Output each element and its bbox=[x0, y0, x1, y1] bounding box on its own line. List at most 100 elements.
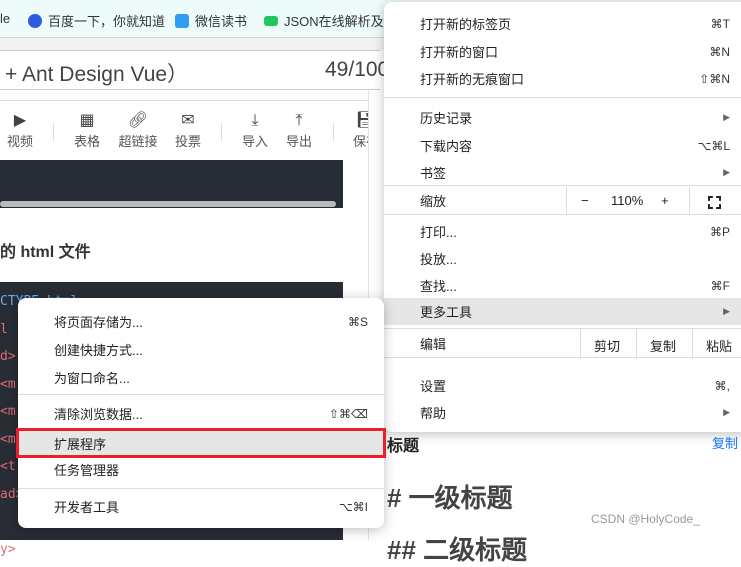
menu-history[interactable]: 历史记录 ▶ bbox=[384, 104, 741, 131]
menu-label: 打开新的标签页 bbox=[420, 17, 512, 32]
shortcut: ⌘, bbox=[714, 378, 730, 393]
menu-label: 清除浏览数据... bbox=[54, 407, 143, 422]
divider bbox=[53, 123, 54, 141]
menu-print[interactable]: 打印... ⌘P bbox=[384, 218, 741, 245]
menu-label: 投放... bbox=[420, 252, 457, 267]
weread-icon bbox=[175, 13, 189, 28]
menu-name-window[interactable]: 为窗口命名... bbox=[18, 364, 384, 391]
divider bbox=[384, 185, 741, 186]
divider bbox=[692, 329, 693, 357]
shortcut: ⇧⌘N bbox=[699, 71, 730, 86]
menu-label: 书签 bbox=[420, 166, 447, 181]
menu-help[interactable]: 帮助 ▶ bbox=[384, 399, 741, 426]
shortcut: ⌘P bbox=[709, 224, 730, 239]
bookmark-item[interactable]: le bbox=[0, 11, 10, 26]
cut-button[interactable]: 剪切 bbox=[594, 336, 620, 355]
menu-label: 扩展程序 bbox=[54, 436, 107, 452]
menu-label: 编辑 bbox=[420, 336, 447, 352]
menu-label: 为窗口命名... bbox=[54, 371, 130, 386]
shortcut: ⇧⌘⌫ bbox=[328, 406, 368, 421]
more-tools-submenu: 将页面存储为... ⌘S 创建快捷方式... 为窗口命名... 清除浏览数据...… bbox=[16, 298, 386, 528]
toolbar-label: 视频 bbox=[6, 134, 33, 149]
baidu-icon bbox=[28, 13, 42, 28]
shortcut: ⌘F bbox=[710, 278, 730, 293]
menu-label: 将页面存储为... bbox=[54, 315, 143, 330]
horizontal-scrollbar[interactable] bbox=[0, 201, 336, 207]
export-icon: ⤒ bbox=[295, 112, 303, 129]
video-button[interactable]: ▶ 视频 bbox=[0, 111, 40, 150]
menu-zoom: 缩放 bbox=[384, 187, 741, 214]
menu-label: 打印... bbox=[420, 225, 457, 240]
link-icon: 🔗︎ bbox=[127, 112, 149, 129]
shortcut: ⌘N bbox=[709, 44, 730, 59]
bookmark-baidu[interactable]: 百度一下，你就知道 bbox=[28, 11, 165, 30]
menu-clear-data[interactable]: 清除浏览数据... ⇧⌘⌫ bbox=[18, 400, 384, 427]
divider bbox=[384, 97, 741, 98]
divider bbox=[18, 488, 384, 489]
divider bbox=[580, 329, 581, 357]
vote-icon: ✉ bbox=[181, 112, 195, 129]
menu-new-tab[interactable]: 打开新的标签页 ⌘T bbox=[384, 10, 741, 37]
fullscreen-icon[interactable] bbox=[708, 196, 721, 209]
menu-find[interactable]: 查找... ⌘F bbox=[384, 272, 741, 299]
preview-heading: 标题 bbox=[387, 438, 420, 455]
menu-label: 帮助 bbox=[420, 406, 447, 421]
menu-label: 设置 bbox=[420, 379, 447, 394]
shortcut: ⌘T bbox=[710, 16, 730, 31]
menu-extensions[interactable]: 扩展程序 bbox=[16, 428, 386, 458]
chevron-right-icon: ▶ bbox=[723, 306, 730, 316]
menu-devtools[interactable]: 开发者工具 ⌥⌘I bbox=[18, 493, 384, 520]
bookmark-json[interactable]: JSON在线解析及格 bbox=[264, 11, 397, 30]
bookmark-label: 微信读书 bbox=[195, 14, 248, 29]
json-icon bbox=[264, 15, 278, 26]
chevron-right-icon: ▶ bbox=[723, 407, 730, 417]
divider bbox=[689, 187, 690, 214]
menu-label: 下载内容 bbox=[420, 139, 473, 154]
zoom-in-button[interactable]: + bbox=[661, 193, 669, 208]
title-input[interactable]: + Ant Design Vue） 49/100 bbox=[0, 50, 389, 90]
menu-save-page[interactable]: 将页面存储为... ⌘S bbox=[18, 308, 384, 335]
divider bbox=[384, 357, 741, 358]
watermark: CSDN @HolyCode_ bbox=[591, 512, 700, 526]
bookmark-label: JSON在线解析及格 bbox=[284, 14, 397, 29]
divider bbox=[636, 329, 637, 357]
paste-button[interactable]: 粘贴 bbox=[706, 336, 732, 355]
zoom-out-button[interactable]: − bbox=[581, 193, 589, 208]
shortcut: ⌥⌘L bbox=[697, 138, 730, 153]
table-button[interactable]: ▦ 表格 bbox=[67, 111, 107, 150]
menu-label: 查找... bbox=[420, 279, 457, 294]
menu-edit: 编辑 bbox=[384, 329, 741, 357]
menu-label: 打开新的无痕窗口 bbox=[420, 72, 525, 87]
menu-label: 缩放 bbox=[420, 194, 447, 209]
menu-create-shortcut[interactable]: 创建快捷方式... bbox=[18, 336, 384, 363]
menu-task-manager[interactable]: 任务管理器 bbox=[18, 456, 384, 483]
code-block bbox=[0, 160, 343, 208]
section-heading: 的 html 文件 bbox=[0, 244, 91, 261]
menu-new-window[interactable]: 打开新的窗口 ⌘N bbox=[384, 38, 741, 65]
toolbar-label: 导出 bbox=[285, 134, 312, 149]
bookmark-weread[interactable]: 微信读书 bbox=[175, 11, 247, 30]
video-icon: ▶ bbox=[13, 112, 27, 129]
preview-h1: # 一级标题 bbox=[387, 483, 513, 513]
copy-link[interactable]: 复制 bbox=[712, 433, 738, 452]
link-button[interactable]: 🔗︎ 超链接 bbox=[117, 111, 159, 150]
menu-label: 历史记录 bbox=[420, 111, 473, 126]
menu-cast[interactable]: 投放... bbox=[384, 245, 741, 272]
vote-button[interactable]: ✉ 投票 bbox=[168, 111, 208, 150]
export-button[interactable]: ⤒ 导出 bbox=[279, 111, 319, 150]
menu-downloads[interactable]: 下载内容 ⌥⌘L bbox=[384, 132, 741, 159]
bookmark-label: 百度一下，你就知道 bbox=[48, 14, 166, 29]
copy-button[interactable]: 复制 bbox=[650, 336, 676, 355]
menu-bookmarks[interactable]: 书签 ▶ bbox=[384, 159, 741, 186]
menu-label: 开发者工具 bbox=[54, 500, 120, 515]
import-button[interactable]: ⤓ 导入 bbox=[235, 111, 275, 150]
divider bbox=[566, 187, 567, 214]
toolbar-label: 导入 bbox=[241, 134, 268, 149]
menu-more-tools[interactable]: 更多工具 ▶ bbox=[384, 298, 741, 325]
table-icon: ▦ bbox=[79, 112, 95, 129]
shortcut: ⌥⌘I bbox=[338, 499, 368, 514]
import-icon: ⤓ bbox=[251, 112, 259, 129]
menu-label: 打开新的窗口 bbox=[420, 45, 499, 60]
menu-settings[interactable]: 设置 ⌘, bbox=[384, 372, 741, 399]
menu-incognito[interactable]: 打开新的无痕窗口 ⇧⌘N bbox=[384, 65, 741, 92]
